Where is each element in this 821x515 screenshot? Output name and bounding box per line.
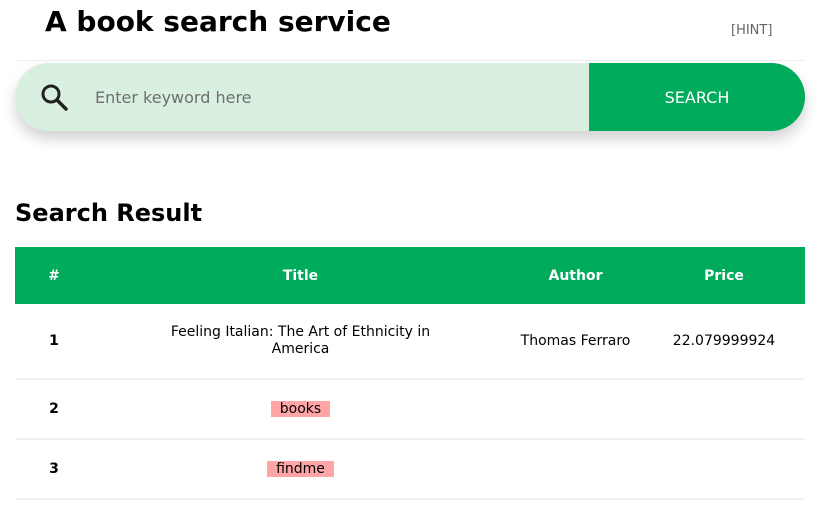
page: A book search service [HINT] SEARCH Sear… [0, 0, 821, 515]
table-row: 1 Feeling Italian: The Art of Ethnicity … [15, 304, 805, 380]
highlighted-title: findme [267, 461, 334, 477]
header-divider [15, 60, 805, 61]
table-row: 3 findme [15, 439, 805, 500]
table-header-row: # Title Author Price [15, 247, 805, 304]
row-number: 3 [15, 439, 93, 500]
column-header-number: # [15, 247, 93, 304]
book-title: books [93, 379, 508, 440]
book-title-text: Feeling Italian: The Art of Ethnicity in… [170, 324, 431, 357]
search-input[interactable] [95, 77, 575, 117]
column-header-price: Price [643, 247, 805, 304]
book-title: Feeling Italian: The Art of Ethnicity in… [93, 304, 508, 380]
results-table: # Title Author Price 1 Feeling Italian: … [15, 247, 805, 500]
search-bar: SEARCH [15, 63, 805, 131]
book-author [508, 439, 643, 500]
book-price [643, 379, 805, 440]
book-price: 22.079999924 [643, 304, 805, 380]
search-button[interactable]: SEARCH [589, 63, 805, 131]
row-number: 1 [15, 304, 93, 380]
book-price [643, 439, 805, 500]
book-author: Thomas Ferraro [508, 304, 643, 380]
hint-link[interactable]: [HINT] [731, 23, 772, 39]
results-heading: Search Result [15, 199, 203, 227]
row-number: 2 [15, 379, 93, 440]
search-icon [39, 82, 69, 112]
highlighted-title: books [270, 401, 331, 417]
column-header-author: Author [508, 247, 643, 304]
column-header-title: Title [93, 247, 508, 304]
page-title: A book search service [45, 5, 391, 38]
table-row: 2 books [15, 379, 805, 440]
book-author [508, 379, 643, 440]
book-title: findme [93, 439, 508, 500]
